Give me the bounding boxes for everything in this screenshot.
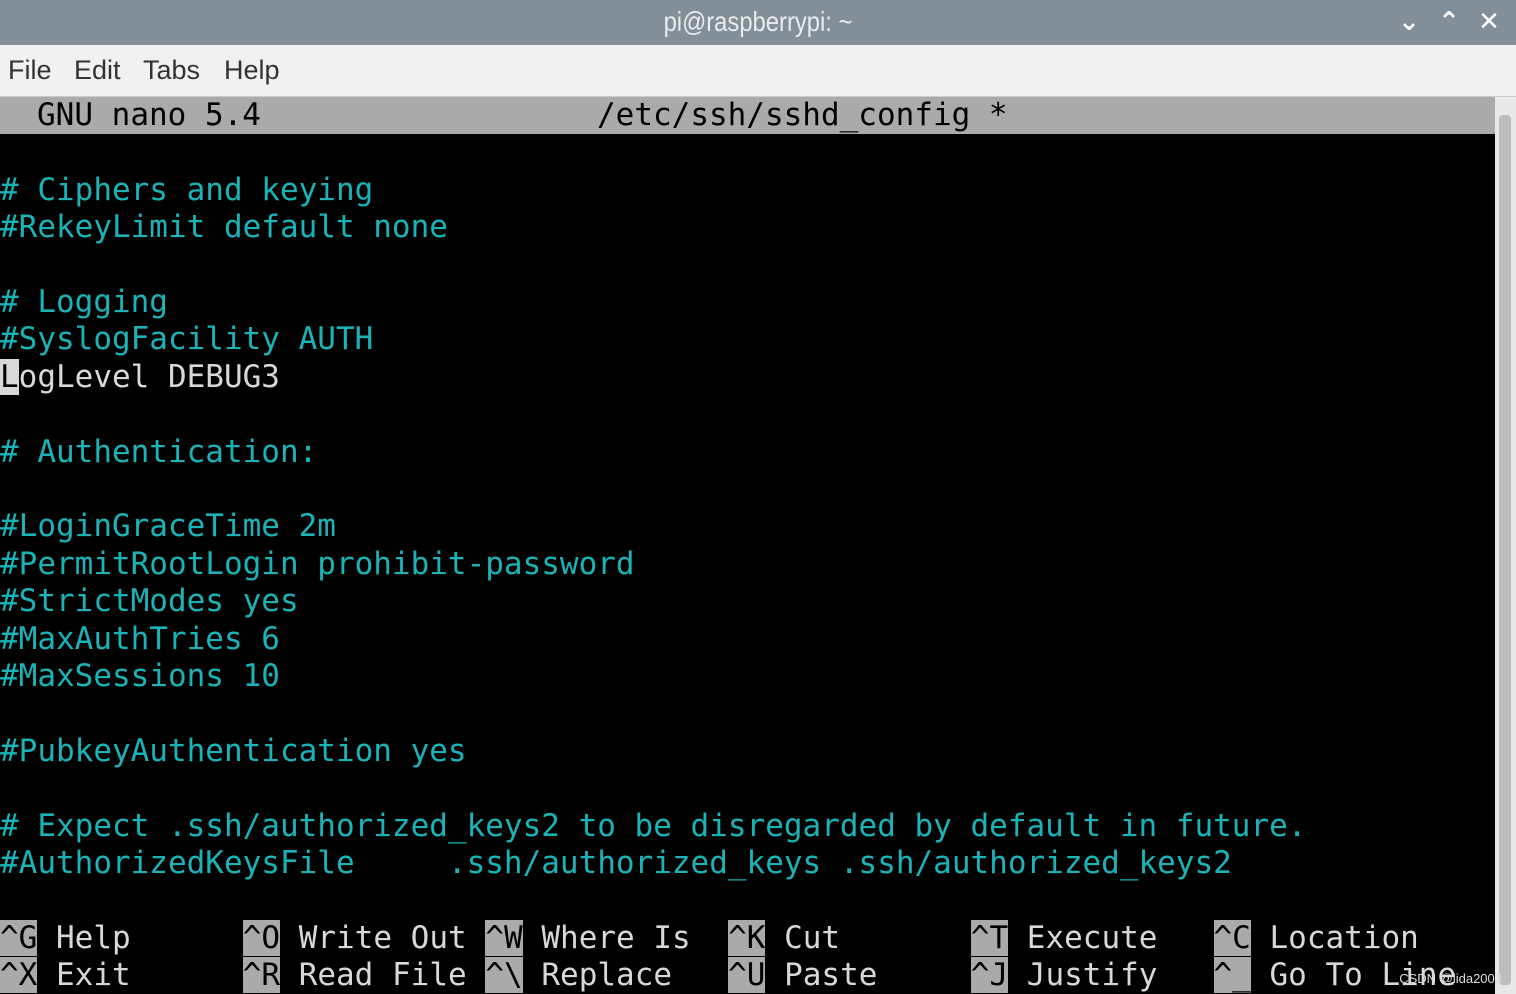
shortcut-label: Cut (784, 919, 841, 956)
minimize-button[interactable]: ⌄ (1392, 5, 1426, 39)
shortcut-key: ^_ (1213, 957, 1251, 994)
shortcut-key: ^O (242, 919, 281, 956)
shortcut-item: ^T Execute (970, 919, 1158, 957)
close-button[interactable]: ✕ (1472, 5, 1506, 39)
editor-line: #MaxAuthTries 6 (0, 620, 280, 657)
editor-line: # Ciphers and keying (0, 171, 374, 208)
shortcut-item: ^J Justify (970, 957, 1158, 994)
shortcut-item: ^C Location (1213, 919, 1419, 957)
menu-file[interactable]: File (8, 55, 52, 86)
watermark: CSDN @lida2003 (1399, 971, 1502, 986)
menu-bar: File Edit Tabs Help (0, 45, 1516, 97)
shortcut-item: ^R Read File (242, 957, 467, 994)
line-text: ogLevel DEBUG3 (18, 358, 280, 395)
text-cursor: L (0, 358, 19, 395)
menu-help[interactable]: Help (224, 55, 280, 86)
terminal-area[interactable]: GNU nano 5.4/etc/ssh/sshd_config * # Cip… (0, 97, 1495, 994)
shortcut-key: ^J (970, 957, 1009, 994)
shortcut-label: Write Out (298, 919, 467, 956)
menu-edit[interactable]: Edit (74, 55, 121, 86)
window-title: pi@raspberrypi: ~ (663, 6, 853, 37)
editor-line: #MaxSessions 10 (0, 658, 280, 694)
editor-line: # Logging (0, 284, 168, 320)
editor-line: #PubkeyAuthentication yes (0, 732, 467, 769)
shortcut-label: Where Is (541, 919, 691, 956)
scrollbar[interactable] (1495, 97, 1516, 994)
shortcut-item: ^O Write Out (242, 919, 467, 957)
editor-line: #PermitRootLogin prohibit-password (0, 545, 635, 582)
shortcut-key: ^K (728, 919, 766, 956)
shortcut-key: ^U (728, 957, 766, 994)
shortcut-item: ^X Exit (0, 957, 131, 994)
maximize-button[interactable]: ⌃ (1432, 5, 1466, 39)
editor-line: #AuthorizedKeysFile .ssh/authorized_keys… (0, 845, 1232, 881)
shortcut-label: Location (1269, 919, 1419, 956)
shortcut-key: ^\ (485, 957, 523, 994)
shortcut-label: Replace (541, 957, 673, 994)
editor-line: # Expect .ssh/authorized_keys2 to be dis… (0, 807, 1307, 844)
menu-tabs[interactable]: Tabs (143, 55, 200, 86)
nano-version: GNU nano 5.4 (37, 97, 261, 133)
shortcut-item: ^\ Replace (485, 957, 672, 994)
editor-line: #SyslogFacility AUTH (0, 321, 374, 358)
editor-line: # Authentication: (0, 433, 318, 470)
shortcut-key: ^W (485, 919, 523, 956)
editor-line: LogLevel DEBUG3 (0, 358, 280, 396)
shortcut-key: ^X (0, 957, 38, 994)
shortcut-label: Exit (56, 957, 131, 994)
shortcut-label: Paste (784, 957, 878, 994)
nano-header: GNU nano 5.4/etc/ssh/sshd_config * (0, 97, 1495, 135)
shortcut-label: Execute (1026, 919, 1158, 956)
window-titlebar: pi@raspberrypi: ~ ⌄ ⌃ ✕ (0, 0, 1516, 45)
shortcut-item: ^K Cut (728, 919, 841, 957)
shortcut-key: ^T (970, 919, 1009, 956)
shortcut-key: ^R (242, 957, 281, 994)
shortcut-item: ^U Paste (728, 957, 877, 994)
shortcut-item: ^W Where Is (485, 919, 691, 957)
shortcut-key: ^G (0, 919, 38, 956)
scrollbar-thumb[interactable] (1499, 115, 1511, 985)
shortcut-label: Justify (1026, 957, 1158, 994)
nano-filename: /etc/ssh/sshd_config * (597, 97, 1008, 133)
shortcut-item: ^G Help (0, 919, 131, 957)
shortcut-label: Help (56, 919, 131, 956)
shortcut-key: ^C (1213, 919, 1251, 956)
shortcut-label: Read File (298, 957, 467, 994)
editor-line: #StrictModes yes (0, 583, 299, 620)
editor-line: #LoginGraceTime 2m (0, 508, 336, 545)
editor-line: #RekeyLimit default none (0, 209, 448, 246)
